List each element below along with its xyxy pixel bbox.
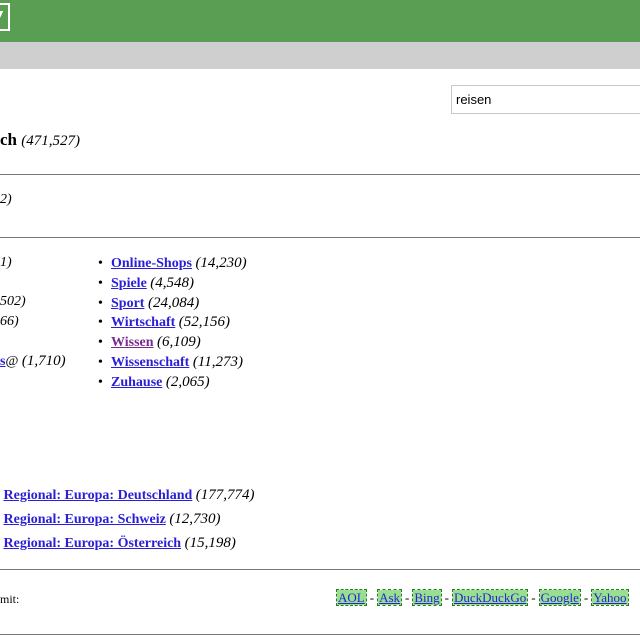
regional-count: (12,730) [169,511,221,527]
engine-link-bing[interactable]: Bing [412,589,442,606]
divider-top [0,174,640,175]
top-bar [0,0,640,42]
list-item: • Wissen (6,109) [98,334,201,351]
divider-footer [0,569,640,570]
page-title-count: (471,527) [21,133,80,149]
category-count: (24,084) [147,294,200,311]
category-count: (1,710) [21,353,66,369]
category-count: 502) [0,294,26,309]
subcategory-count: 2) [0,192,12,207]
regional-item: Regional: Europa: Österreich (15,198) [0,535,236,552]
regional-item: Regional: Europa: Schweiz (12,730) [0,511,221,528]
engine-link-aol[interactable]: AOL [336,589,367,606]
list-item: • Spiele (4,548) [98,274,195,291]
divider-categories [0,237,640,238]
search-input[interactable] [451,85,640,114]
engine-link-ask[interactable]: Ask [377,589,403,606]
category-count: (4,548) [150,274,195,291]
category-list: • Online-Shops (14,230) • Spiele (4,548) •… [98,254,247,393]
page-title-text: ch [0,130,17,149]
category-count: 66) [0,314,19,329]
category-count: (2,065) [165,373,210,390]
divider-bottom [0,634,640,635]
category-item: s@ (1,710) [0,353,66,370]
category-count: 1) [0,255,12,270]
logo-icon[interactable] [0,3,10,31]
category-link-zuhause[interactable]: Zuhause [111,375,162,390]
list-item: • Zuhause (2,065) [98,373,210,390]
category-count: (11,273) [192,353,243,370]
list-item: • Wissenschaft (11,273) [98,353,243,370]
category-link-wissen[interactable]: Wissen [111,335,154,350]
category-count: (6,109) [157,334,201,351]
list-item: • Wirtschaft (52,156) [98,314,231,331]
page-title: ch (471,527) [0,130,80,150]
regional-link-oesterreich[interactable]: Regional: Europa: Österreich [4,536,182,551]
sub-bar [0,42,640,69]
category-count: (52,156) [178,314,231,331]
regional-link-deutschland[interactable]: Regional: Europa: Deutschland [4,488,193,503]
category-link-sport[interactable]: Sport [111,296,144,311]
search-with-label: mit: [0,592,20,606]
regional-count: (177,774) [195,487,255,503]
list-item: • Online-Shops (14,230) [98,255,247,271]
regional-link-schweiz[interactable]: Regional: Europa: Schweiz [4,512,166,527]
search-engine-links: AOL - Ask - Bing - DuckDuckGo - Google - Yahoo [336,589,629,606]
category-link-spiele[interactable]: Spiele [111,276,147,291]
category-link-wissenschaft[interactable]: Wissenschaft [111,355,189,370]
regional-item: Regional: Europa: Deutschland (177,774) [0,487,255,504]
list-item: • Sport (24,084) [98,294,200,311]
engine-link-yahoo[interactable]: Yahoo [591,589,629,606]
category-link-wirtschaft[interactable]: Wirtschaft [111,315,175,330]
category-count: (14,230) [195,255,247,271]
engine-link-google[interactable]: Google [538,589,581,606]
category-at-suffix: @ [5,354,19,369]
category-link-online-shops[interactable]: Online-Shops [111,256,192,271]
regional-count: (15,198) [184,535,236,551]
engine-link-duckduckgo[interactable]: DuckDuckGo [451,589,529,606]
